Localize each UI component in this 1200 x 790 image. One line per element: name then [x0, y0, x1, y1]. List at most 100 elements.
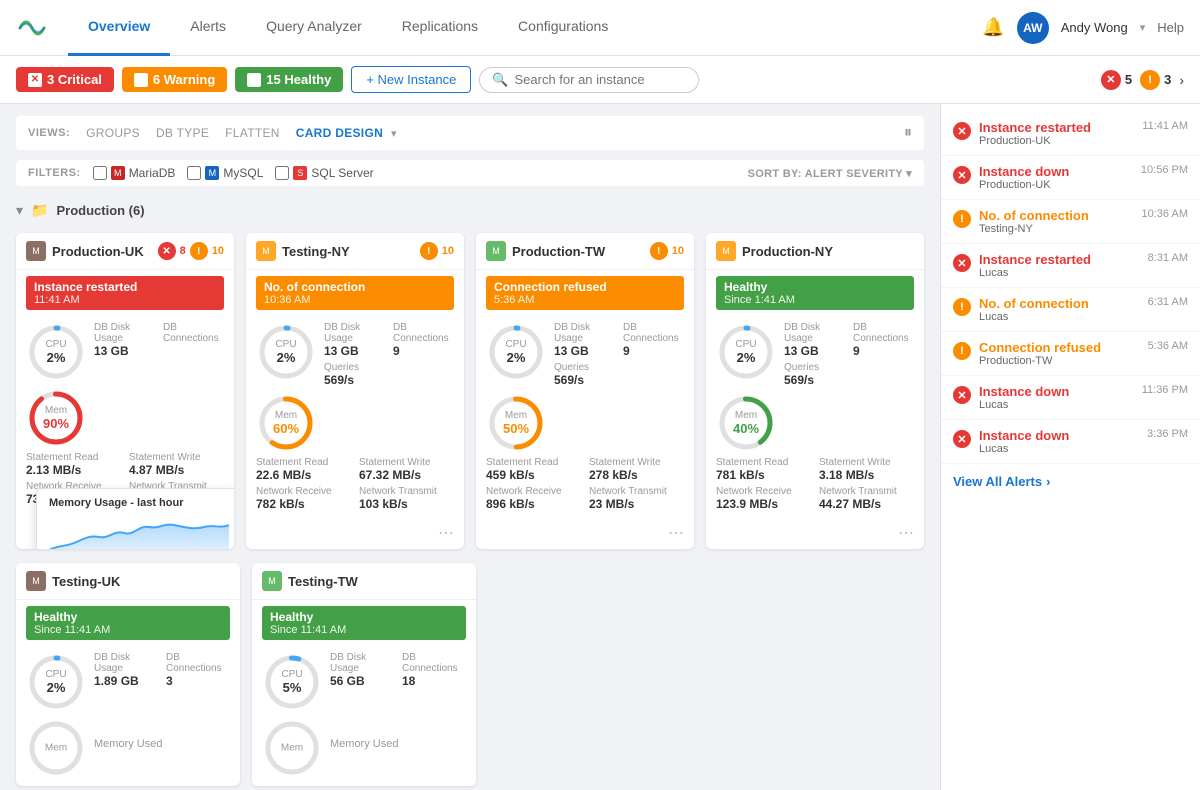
bell-icon[interactable]: 🔔 [982, 17, 1004, 38]
badge-orange-production-tw: ! [650, 242, 668, 260]
badge-healthy[interactable]: ✓ 15 Healthy [235, 67, 343, 92]
search-input[interactable] [514, 72, 674, 87]
metrics-production-tw: CPU 2% DB Disk Usage 13 GB DB C [476, 314, 694, 519]
cpu-label-testing-ny: CPU 2% [275, 339, 296, 365]
cards-grid-bottom: M Testing-UK Healthy Since 11:41 AM [16, 563, 476, 786]
card-testing-ny: M Testing-NY ! 10 No. of connection 10:3… [246, 233, 464, 549]
logo [16, 12, 48, 44]
alert-title-3: No. of connection [979, 208, 1134, 223]
mysql-checkbox[interactable] [187, 166, 201, 180]
alert-row-6[interactable]: ! Connection refused Production-TW 5:36 … [941, 332, 1200, 376]
badge-critical[interactable]: ✕ 3 Critical [16, 67, 114, 92]
alert-row-5[interactable]: ! No. of connection Lucas 6:31 AM [941, 288, 1200, 332]
sqlserver-checkbox[interactable] [275, 166, 289, 180]
tab-alerts[interactable]: Alerts [170, 0, 246, 56]
view-all-alerts[interactable]: View All Alerts › [941, 464, 1200, 499]
status-testing-ny: No. of connection 10:36 AM [256, 276, 454, 310]
view-card-design[interactable]: CARD DESIGN [296, 126, 383, 140]
alert-subtitle-4: Lucas [979, 267, 1140, 279]
alert-content-3: No. of connection Testing-NY [979, 208, 1134, 235]
view-dbtype[interactable]: DB TYPE [156, 126, 209, 140]
filter-mariadb[interactable]: M MariaDB [93, 166, 176, 180]
avatar: AW [1017, 12, 1049, 44]
mysql-icon: M [205, 166, 219, 180]
new-instance-button[interactable]: + New Instance [351, 66, 471, 93]
sort-label[interactable]: SORT BY: ALERT SEVERITY ▾ [748, 167, 912, 180]
alert-row-4[interactable]: ✕ Instance restarted Lucas 8:31 AM [941, 244, 1200, 288]
metrics-row-1-production-ny: CPU 2% DB Disk Usage 13 GB DB C [716, 322, 914, 387]
alert-content-6: Connection refused Production-TW [979, 340, 1140, 367]
tab-overview[interactable]: Overview [68, 0, 170, 56]
memory-gauge-testing-ny: Mem 60% [256, 393, 316, 453]
mariadb-checkbox[interactable] [93, 166, 107, 180]
cpu-ring-production-ny: CPU 2% [716, 322, 776, 382]
card-production-tw: M Production-TW ! 10 Connection refused … [476, 233, 694, 549]
alert-row-3[interactable]: ! No. of connection Testing-NY 10:36 AM [941, 200, 1200, 244]
cpu-ring-testing-uk: CPU 2% [26, 652, 86, 712]
memory-gauge-production-tw: Mem 50% [486, 393, 546, 453]
pause-button[interactable]: ⏸ [904, 124, 912, 141]
db-icon-testing-uk: M [26, 571, 46, 591]
cpu-gauge-testing-tw: CPU 5% [262, 652, 322, 712]
memory-gauge-production-uk[interactable]: Mem 90% [26, 388, 86, 448]
memory-label-testing-tw: Mem [281, 743, 303, 754]
alert-icon-6: ! [953, 342, 971, 360]
alert-row-2[interactable]: ✕ Instance down Production-UK 10:56 PM [941, 156, 1200, 200]
metric-disk-production-uk: DB Disk Usage 13 GB [94, 322, 155, 358]
alert-row-8[interactable]: ✕ Instance down Lucas 3:36 PM [941, 420, 1200, 464]
card-badges-production-tw: ! 10 [650, 242, 684, 260]
badge-orange-production-uk: ! [190, 242, 208, 260]
db-icon-production-uk: M [26, 241, 46, 261]
alerts-sidebar: ✕ Instance restarted Production-UK 11:41… [940, 104, 1200, 790]
card-name-production-tw: Production-TW [512, 244, 650, 259]
user-dropdown-icon[interactable]: ▾ [1140, 21, 1146, 34]
filter-sqlserver[interactable]: S SQL Server [275, 166, 373, 180]
cpu-label-production-tw: CPU 2% [505, 339, 526, 365]
metrics-row-1-production-tw: CPU 2% DB Disk Usage 13 GB DB C [486, 322, 684, 387]
memory-row-production-tw: Mem 50% [486, 393, 684, 453]
alert-content-1: Instance restarted Production-UK [979, 120, 1134, 147]
alert-row-7[interactable]: ✕ Instance down Lucas 11:36 PM [941, 376, 1200, 420]
metrics-row-1-testing-tw: CPU 5% DB Disk Usage 56 GB DB C [262, 652, 466, 712]
user-name[interactable]: Andy Wong [1061, 20, 1128, 35]
alert-title-8: Instance down [979, 428, 1139, 443]
cpu-ring-testing-ny: CPU 2% [256, 322, 316, 382]
card-design-dropdown[interactable]: ▾ [391, 127, 397, 140]
main-layout: VIEWS: GROUPS DB TYPE FLATTEN CARD DESIG… [0, 104, 1200, 790]
help-button[interactable]: Help [1157, 20, 1184, 35]
cpu-gauge-production-tw: CPU 2% [486, 322, 546, 382]
status-production-uk: Instance restarted 11:41 AM [26, 276, 224, 310]
cpu-label-testing-tw: CPU 5% [281, 669, 302, 695]
card-more-testing-ny[interactable]: ⋯ [438, 523, 454, 543]
alert-icon-5: ! [953, 298, 971, 316]
badge-warning[interactable]: ! 6 Warning [122, 67, 227, 92]
metrics-row-1-production-uk: CPU 2% DB Disk Usage 13 GB DB C [26, 322, 224, 382]
filter-mysql[interactable]: M MySQL [187, 166, 263, 180]
tab-configurations[interactable]: Configurations [498, 0, 628, 56]
filters-bar: FILTERS: M MariaDB M MySQL S SQL Server … [16, 160, 924, 186]
views-label: VIEWS: [28, 127, 70, 139]
view-groups[interactable]: GROUPS [86, 126, 140, 140]
alert-subtitle-8: Lucas [979, 443, 1139, 455]
view-flatten[interactable]: FLATTEN [225, 126, 280, 140]
alert-x-count[interactable]: ✕ 5 [1101, 70, 1132, 90]
group-header: ▾ 📁 Production (6) [16, 198, 924, 223]
card-more-production-ny[interactable]: ⋯ [898, 523, 914, 543]
alert-warn-count[interactable]: ! 3 [1140, 70, 1171, 90]
alert-title-5: No. of connection [979, 296, 1140, 311]
top-nav: Overview Alerts Query Analyzer Replicati… [0, 0, 1200, 56]
alerts-chevron-icon[interactable]: › [1179, 72, 1184, 88]
card-name-production-ny: Production-NY [742, 244, 914, 259]
status-bar-testing-uk: Healthy Since 11:41 AM [16, 600, 240, 644]
metrics-testing-ny: CPU 2% DB Disk Usage 13 GB DB C [246, 314, 464, 519]
card-more-production-tw[interactable]: ⋯ [668, 523, 684, 543]
tab-query-analyzer[interactable]: Query Analyzer [246, 0, 382, 56]
tab-replications[interactable]: Replications [382, 0, 498, 56]
search-box: 🔍 [479, 67, 699, 93]
memory-ring-testing-uk: Mem [26, 718, 86, 778]
metric-right-testing-uk: DB Disk Usage 1.89 GB DB Connections 3 [94, 652, 230, 688]
group-collapse-icon[interactable]: ▾ [16, 202, 23, 219]
alert-subtitle-1: Production-UK [979, 135, 1134, 147]
alert-row-1[interactable]: ✕ Instance restarted Production-UK 11:41… [941, 112, 1200, 156]
alert-icon-2: ✕ [953, 166, 971, 184]
